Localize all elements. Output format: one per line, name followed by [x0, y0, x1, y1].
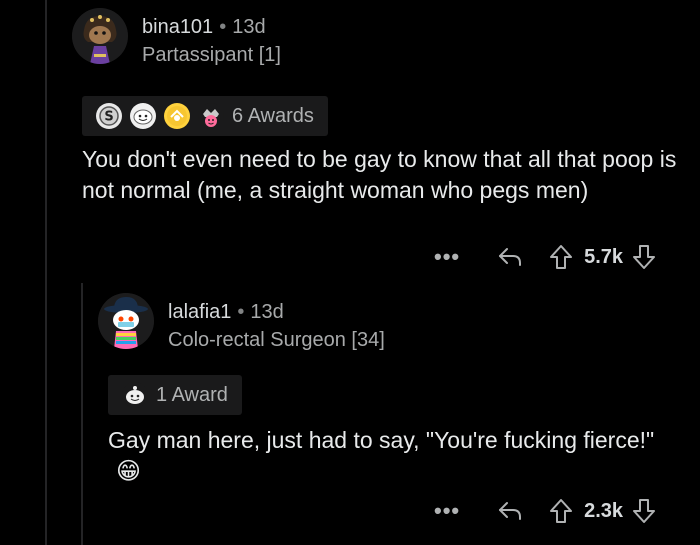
more-options-button[interactable]: •••: [434, 498, 460, 524]
silver-award-icon: S: [96, 103, 122, 129]
awards-row: 1 Award: [108, 375, 692, 415]
upvote-arrow-icon[interactable]: [548, 243, 574, 271]
upvote-arrow-icon[interactable]: [548, 497, 574, 525]
awards-row: S 6 Awards: [82, 96, 692, 136]
separator-dot: •: [237, 301, 245, 323]
comment: bina101 • 13d Partassipant [1] S 6 Awards …: [72, 8, 692, 206]
separator-dot: •: [219, 16, 227, 38]
downvote-arrow-icon[interactable]: [631, 243, 657, 271]
reply-icon[interactable]: [496, 245, 524, 269]
thread-line[interactable]: [45, 0, 47, 545]
vote-score: 5.7k: [584, 245, 624, 268]
svg-text:S: S: [104, 110, 113, 125]
user-flair: Colo-rectal Surgeon [34]: [168, 329, 385, 351]
grin-emoji: 😁: [116, 458, 142, 485]
comment-header: lalafia1 • 13d Colo-rectal Surgeon [34]: [98, 293, 692, 353]
downvote-arrow-icon[interactable]: [631, 497, 657, 525]
more-options-button[interactable]: •••: [434, 244, 460, 270]
awards-count: 6 Awards: [232, 104, 314, 127]
timestamp[interactable]: 13d: [232, 16, 265, 38]
comment-actions: ••• 5.7k: [434, 243, 657, 271]
awards-bar[interactable]: 1 Award: [108, 375, 242, 415]
meta-line: lalafia1 • 13d: [168, 299, 385, 325]
comment-header: bina101 • 13d Partassipant [1]: [72, 8, 692, 68]
helpful-award-icon: [122, 382, 148, 408]
timestamp[interactable]: 13d: [250, 301, 283, 323]
reply-comment: lalafia1 • 13d Colo-rectal Surgeon [34] 1 …: [98, 293, 692, 487]
wholesome-award-icon: [130, 103, 156, 129]
user-avatar-icon: [98, 293, 154, 349]
crown-award-icon: [198, 103, 224, 129]
reply-thread-line[interactable]: [81, 283, 83, 545]
username[interactable]: bina101: [142, 16, 213, 38]
comment-body: You don't even need to be gay to know th…: [82, 146, 677, 203]
meta-line: bina101 • 13d: [142, 14, 281, 40]
avatar[interactable]: [72, 8, 128, 64]
comment-actions: ••• 2.3k: [434, 497, 657, 525]
awards-count: 1 Award: [156, 383, 228, 406]
awards-bar[interactable]: S 6 Awards: [82, 96, 328, 136]
comment-meta: bina101 • 13d Partassipant [1]: [142, 14, 281, 68]
comment-text: Gay man here, just had to say, "You're f…: [108, 427, 655, 453]
user-avatar-icon: [72, 8, 128, 64]
vote-score: 2.3k: [584, 499, 624, 522]
user-flair: Partassipant [1]: [142, 44, 281, 66]
avatar[interactable]: [98, 293, 154, 349]
rocket-like-award-icon: [164, 103, 190, 129]
username[interactable]: lalafia1: [168, 301, 231, 323]
reply-icon[interactable]: [496, 499, 524, 523]
comment-meta: lalafia1 • 13d Colo-rectal Surgeon [34]: [168, 299, 385, 353]
comment-body: Gay man here, just had to say, "You're f…: [108, 425, 678, 487]
